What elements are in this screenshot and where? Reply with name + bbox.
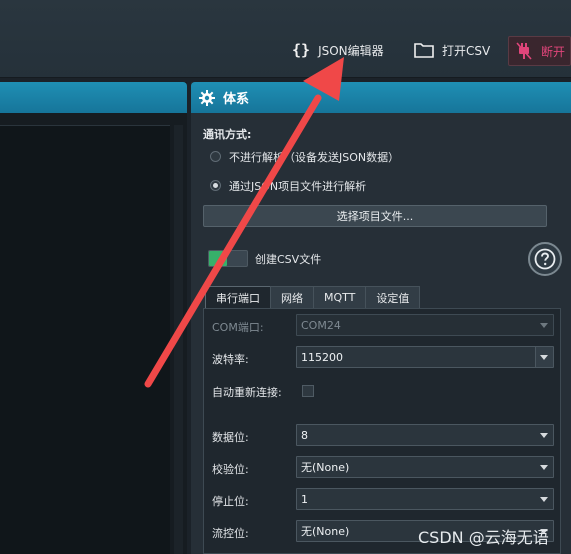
create-csv-toggle[interactable] — [208, 250, 248, 267]
baud-rate-value[interactable]: 115200 — [301, 351, 343, 364]
parity-label: 校验位: — [212, 463, 249, 476]
stop-bits-label: 停止位: — [212, 495, 249, 508]
gear-icon — [199, 89, 215, 106]
tab-settings[interactable]: 设定值 — [365, 286, 421, 308]
connection-tabs: 串行端口 网络 MQTT 设定值 — [205, 286, 421, 308]
com-port-label: COM端口: — [212, 321, 264, 334]
top-toolbar: {} JSON编辑器 打开CSV 断开 — [0, 0, 571, 78]
chevron-down-icon — [540, 465, 548, 470]
chevron-down-icon — [540, 323, 548, 328]
auto-reconnect-checkbox[interactable] — [302, 385, 314, 397]
panel-title: 体系 — [223, 92, 250, 107]
open-csv-label: 打开CSV — [442, 43, 491, 58]
stop-bits-value: 1 — [301, 492, 308, 506]
setup-panel-body: 通讯方式: 不进行解析（设备发送JSON数据） 通过JSON项目文件进行解析 选… — [191, 113, 571, 554]
data-bits-value: 8 — [301, 428, 308, 442]
setup-panel-header: 体系 — [191, 82, 571, 113]
baud-rate-label: 波特率: — [212, 353, 249, 366]
flow-control-label: 流控位: — [212, 527, 249, 540]
serial-settings-form: COM端口: COM24 波特率: 115200 自动重新连接: 数据位: 8 … — [203, 308, 561, 554]
open-csv-button[interactable]: 打开CSV — [414, 36, 490, 64]
select-project-file-button[interactable]: 选择项目文件... — [203, 205, 547, 227]
stop-bits-select[interactable]: 1 — [296, 488, 554, 510]
com-port-select[interactable]: COM24 — [296, 314, 554, 336]
baud-rate-dropdown-button[interactable] — [535, 347, 553, 367]
radio-no-parse[interactable] — [210, 151, 221, 162]
data-bits-label: 数据位: — [212, 431, 249, 444]
help-button[interactable] — [528, 242, 562, 276]
disconnect-label: 断开 — [541, 44, 566, 59]
help-icon — [534, 248, 556, 270]
radio-no-parse-label[interactable]: 不进行解析（设备发送JSON数据） — [229, 149, 399, 165]
flow-control-value: 无(None) — [301, 525, 350, 538]
chevron-down-icon — [540, 433, 548, 438]
console-output-area[interactable] — [0, 125, 170, 554]
radio-parse-project-label[interactable]: 通过JSON项目文件进行解析 — [229, 178, 366, 194]
console-scrollbar[interactable] — [174, 125, 183, 554]
toggle-knob — [209, 251, 227, 266]
radio-parse-project[interactable] — [210, 180, 221, 191]
parity-select[interactable]: 无(None) — [296, 456, 554, 478]
comm-mode-label: 通讯方式: — [203, 128, 252, 141]
data-bits-select[interactable]: 8 — [296, 424, 554, 446]
json-editor-button[interactable]: {} JSON编辑器 — [292, 36, 384, 64]
chevron-down-icon — [540, 355, 548, 360]
json-editor-label: JSON编辑器 — [318, 43, 384, 58]
create-csv-label: 创建CSV文件 — [255, 253, 322, 266]
json-braces-icon: {} — [292, 41, 311, 59]
tab-serial-port[interactable]: 串行端口 — [205, 286, 271, 308]
setup-panel: 体系 通讯方式: 不进行解析（设备发送JSON数据） 通过JSON项目文件进行解… — [191, 82, 571, 554]
unplug-icon — [516, 42, 532, 60]
console-panel — [0, 82, 187, 554]
disconnect-button[interactable]: 断开 — [508, 36, 571, 66]
com-port-value: COM24 — [301, 318, 341, 332]
tab-mqtt[interactable]: MQTT — [313, 286, 367, 308]
chevron-down-icon — [540, 497, 548, 502]
console-panel-header — [0, 82, 187, 113]
parity-value: 无(None) — [301, 461, 350, 474]
baud-rate-combo[interactable]: 115200 — [296, 346, 554, 368]
auto-reconnect-label: 自动重新连接: — [212, 386, 282, 399]
watermark: CSDN @云海无语 — [418, 528, 549, 547]
tab-network[interactable]: 网络 — [270, 286, 314, 308]
folder-icon — [414, 43, 434, 58]
